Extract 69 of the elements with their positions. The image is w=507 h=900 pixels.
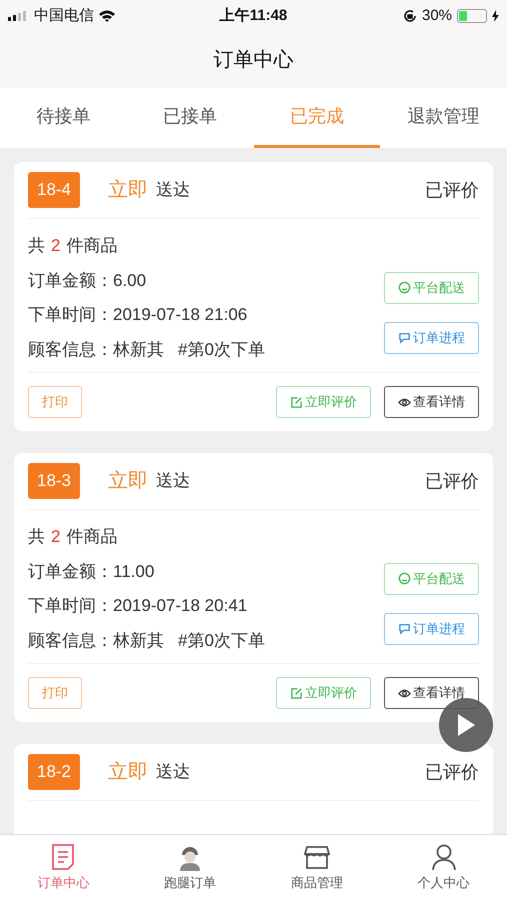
- print-button[interactable]: 打印: [28, 386, 82, 418]
- eye-icon: [398, 396, 411, 408]
- details-button[interactable]: 查看详情: [384, 677, 479, 709]
- delivery-timing: 立即: [108, 469, 148, 494]
- battery-percent: 30%: [422, 6, 452, 26]
- person-icon: [430, 842, 457, 871]
- edit-icon: [290, 396, 303, 408]
- order-count-note: #第0次下单: [178, 338, 265, 360]
- smile-icon: [398, 281, 411, 294]
- battery-icon: [457, 9, 488, 23]
- delivery-mode: 送达: [156, 761, 190, 784]
- nav-item[interactable]: 跑腿订单: [126, 835, 254, 900]
- time-label: 下单时间：: [28, 304, 113, 326]
- tab[interactable]: 已接单: [126, 88, 254, 148]
- review-button[interactable]: 立即评价: [276, 677, 371, 709]
- carrier-name: 中国电信: [34, 6, 94, 26]
- customer-name: 林新其: [113, 630, 164, 652]
- order-number-badge: 18-3: [28, 463, 80, 499]
- item-count: 2: [51, 235, 60, 257]
- review-status: 已评价: [425, 178, 479, 202]
- item-count-suffix: 件商品: [66, 235, 118, 257]
- item-count: 2: [51, 526, 60, 548]
- order-amount: 11.00: [113, 560, 154, 582]
- progress-button[interactable]: 订单进程: [384, 322, 479, 354]
- item-count-suffix: 件商品: [66, 526, 118, 548]
- print-button[interactable]: 打印: [28, 677, 82, 709]
- nav-item[interactable]: 订单中心: [0, 835, 127, 900]
- delivery-button[interactable]: 平台配送: [384, 272, 479, 304]
- tab[interactable]: 待接单: [0, 88, 127, 148]
- customer-label: 顾客信息：: [28, 338, 113, 360]
- wifi-icon: [98, 10, 116, 22]
- page-title: 订单中心: [214, 48, 294, 73]
- clock-time: 上午11:48: [220, 6, 288, 26]
- delivery-timing: 立即: [108, 178, 148, 203]
- review-status: 已评价: [425, 760, 479, 784]
- customer-label: 顾客信息：: [28, 630, 113, 652]
- delivery-button[interactable]: 平台配送: [384, 562, 479, 594]
- amount-label: 订单金额：: [28, 560, 113, 582]
- tab[interactable]: 已完成: [254, 88, 380, 148]
- order-number-badge: 18-4: [28, 172, 80, 208]
- delivery-timing: 立即: [108, 760, 148, 785]
- eye-icon: [398, 686, 411, 700]
- rotation-lock-icon: [402, 9, 417, 23]
- review-button[interactable]: 立即评价: [276, 386, 371, 418]
- progress-button[interactable]: 订单进程: [384, 612, 479, 644]
- time-label: 下单时间：: [28, 595, 113, 617]
- order-count-note: #第0次下单: [178, 630, 265, 652]
- delivery-mode: 送达: [156, 179, 190, 202]
- order-number-badge: 18-2: [28, 754, 80, 790]
- item-count-prefix: 共: [28, 235, 45, 257]
- order-time: 2019-07-18 21:06: [113, 304, 248, 326]
- order-time: 2019-07-18 20:41: [113, 595, 248, 617]
- charging-icon: [492, 10, 500, 22]
- details-button[interactable]: 查看详情: [384, 386, 479, 418]
- chat-icon: [398, 622, 411, 635]
- nav-item[interactable]: 个人中心: [380, 835, 507, 900]
- delivery-mode: 送达: [156, 470, 190, 492]
- tab[interactable]: 退款管理: [380, 88, 507, 148]
- chat-icon: [398, 331, 411, 344]
- item-count-prefix: 共: [28, 526, 45, 548]
- order-amount: 6.00: [113, 270, 146, 292]
- edit-icon: [290, 686, 303, 700]
- customer-name: 林新其: [113, 338, 164, 360]
- nav-item[interactable]: 商品管理: [254, 835, 380, 900]
- amount-label: 订单金额：: [28, 270, 113, 292]
- smile-icon: [398, 572, 411, 585]
- review-status: 已评价: [425, 470, 479, 492]
- play-icon: [456, 713, 476, 737]
- document-icon: [50, 842, 76, 871]
